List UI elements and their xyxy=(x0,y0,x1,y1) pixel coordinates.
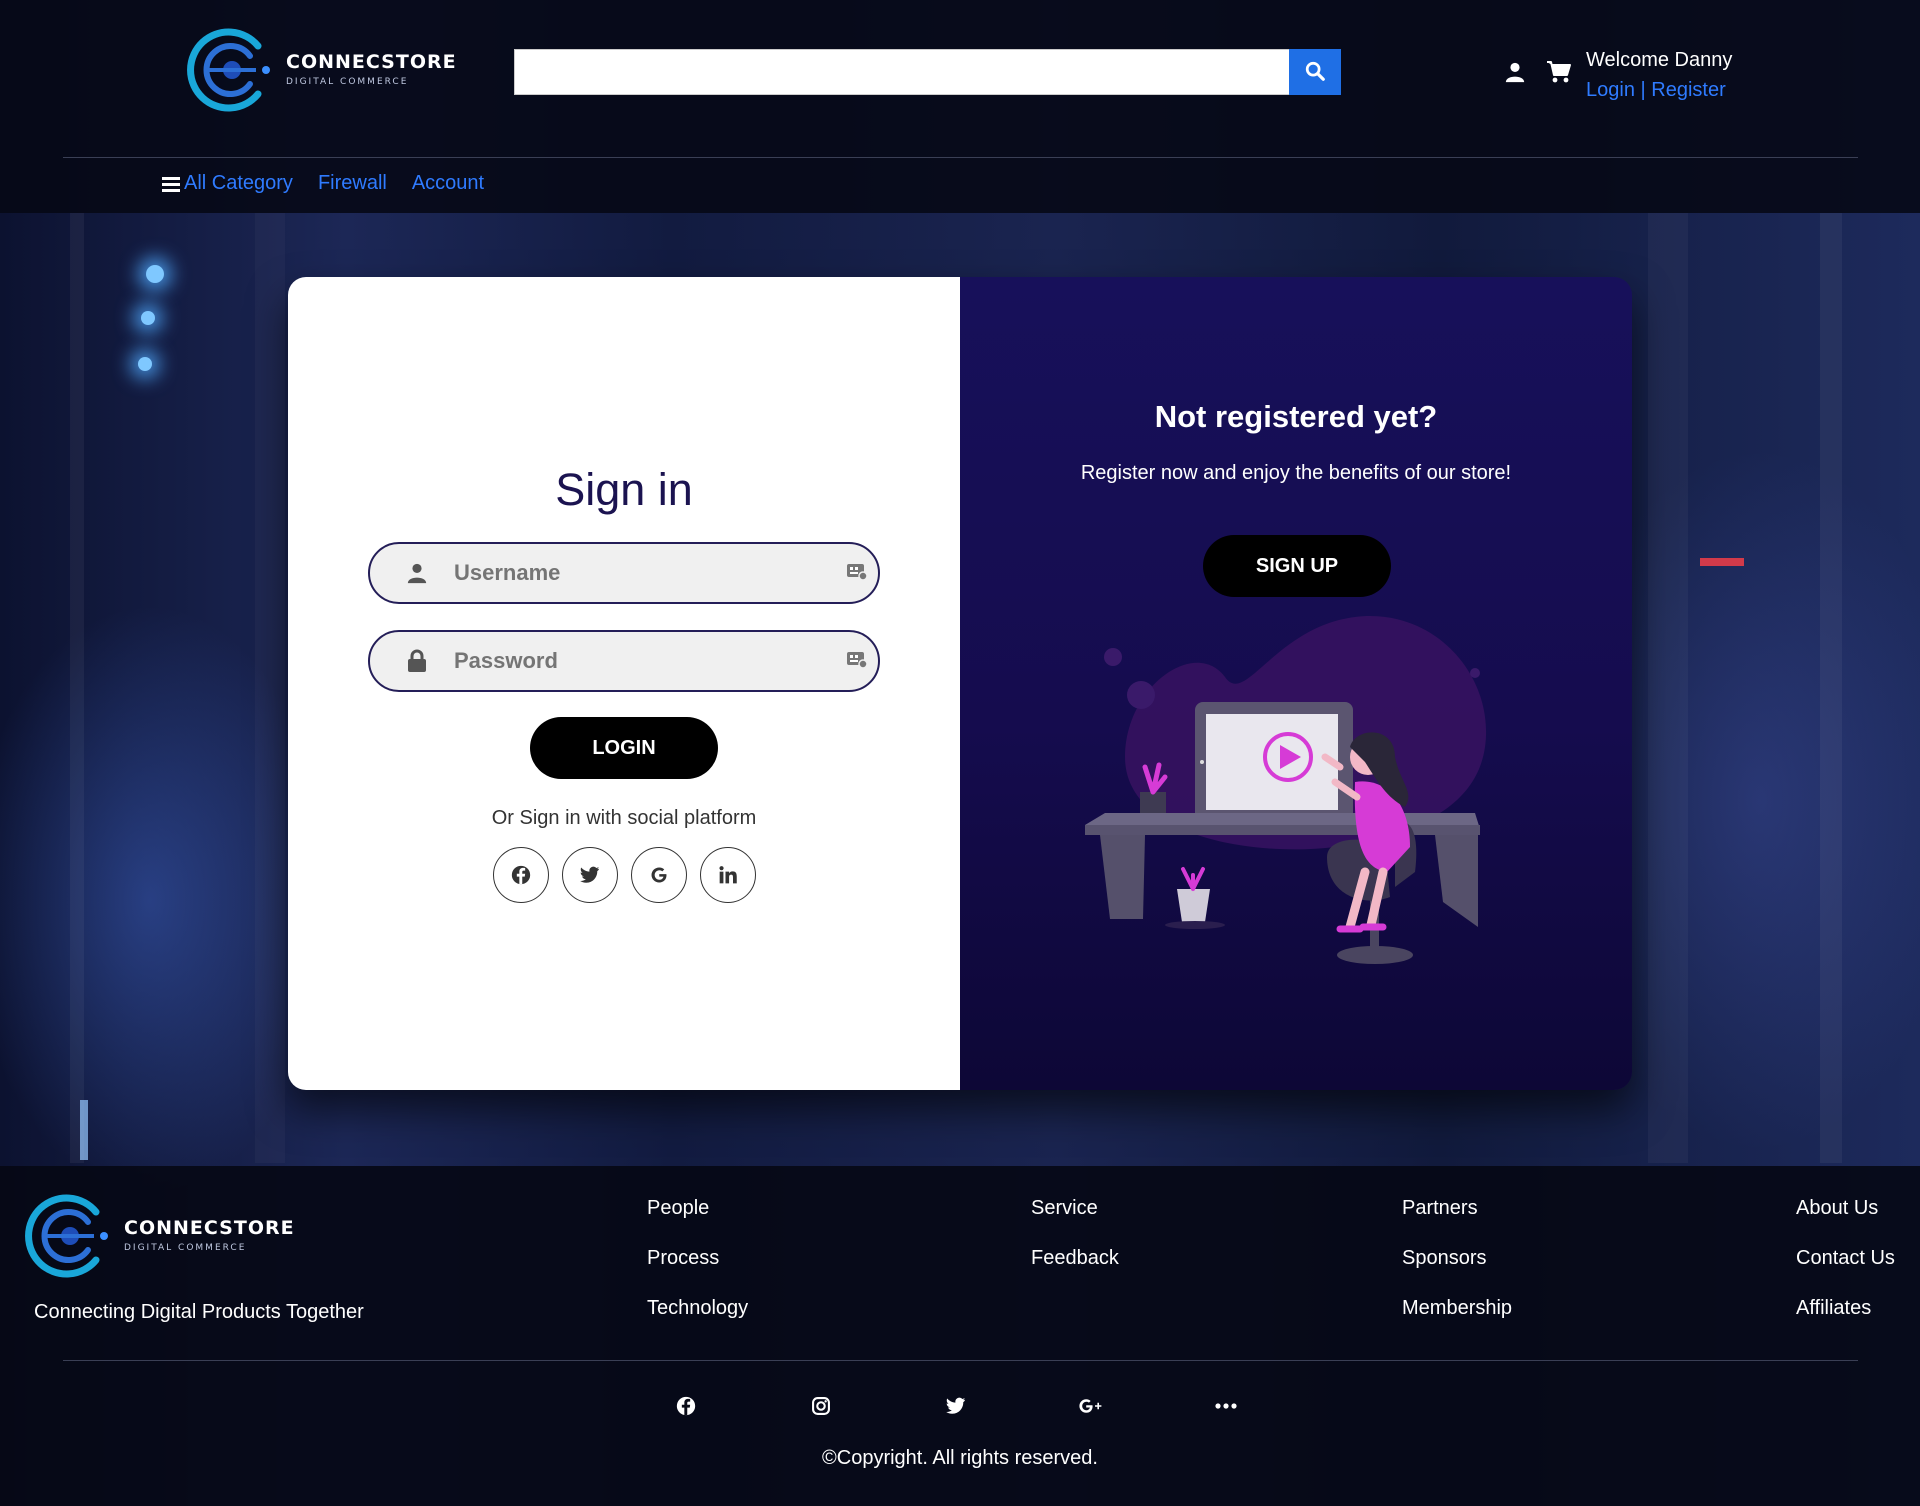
facebook-icon[interactable] xyxy=(493,847,549,903)
footer-tagline: Connecting Digital Products Together xyxy=(34,1301,364,1323)
instagram-icon[interactable] xyxy=(809,1396,833,1416)
signin-panel: Sign in LOGIN Or Sign in with social pla… xyxy=(288,277,960,1090)
google-icon[interactable] xyxy=(631,847,687,903)
twitter-icon[interactable] xyxy=(944,1397,968,1415)
search-button[interactable] xyxy=(1289,49,1341,95)
brand-tagline: DIGITAL COMMERCE xyxy=(124,1243,247,1253)
footer-column-1: People Process Technology xyxy=(647,1196,748,1346)
user-icon[interactable] xyxy=(1504,61,1526,88)
username-input[interactable] xyxy=(454,560,846,586)
register-title: Not registered yet? xyxy=(1154,399,1438,434)
logo-mark-icon xyxy=(186,24,278,116)
twitter-icon[interactable] xyxy=(562,847,618,903)
brand-name: CONNECSTORE xyxy=(124,1217,295,1239)
signup-button[interactable]: SIGN UP xyxy=(1203,535,1391,597)
register-link[interactable]: Register xyxy=(1651,79,1725,101)
nav-firewall[interactable]: Firewall xyxy=(318,172,387,195)
header-logo[interactable]: CONNECSTORE DIGITAL COMMERCE xyxy=(186,24,457,116)
site-footer: CONNECSTORE DIGITAL COMMERCE Connecting … xyxy=(0,1166,1920,1506)
autofill-key-icon[interactable] xyxy=(846,649,868,674)
footer-link-people[interactable]: People xyxy=(647,1196,748,1220)
search-icon xyxy=(1304,60,1326,85)
footer-column-2: Service Feedback xyxy=(1031,1196,1119,1296)
search-input[interactable] xyxy=(514,49,1289,95)
site-header: CONNECSTORE DIGITAL COMMERCE Welcome Dan… xyxy=(0,0,1920,213)
password-input[interactable] xyxy=(454,648,846,674)
footer-logo[interactable]: CONNECSTORE DIGITAL COMMERCE xyxy=(24,1190,295,1282)
welcome-block: Welcome Danny Login | Register xyxy=(1586,45,1732,105)
logo-mark-icon xyxy=(24,1190,116,1282)
footer-column-3: Partners Sponsors Membership xyxy=(1402,1196,1512,1346)
footer-link-partners[interactable]: Partners xyxy=(1402,1196,1512,1220)
welcome-text: Welcome Danny xyxy=(1586,49,1733,71)
brand-tagline: DIGITAL COMMERCE xyxy=(286,77,409,87)
nav-label: All Category xyxy=(184,172,293,194)
footer-column-4: About Us Contact Us Affiliates xyxy=(1796,1196,1895,1346)
search-bar xyxy=(514,49,1341,95)
more-icon[interactable] xyxy=(1214,1403,1238,1409)
linkedin-icon[interactable] xyxy=(700,847,756,903)
lock-icon xyxy=(402,649,432,673)
copyright-text: ©Copyright. All rights reserved. xyxy=(822,1447,1098,1469)
footer-link-feedback[interactable]: Feedback xyxy=(1031,1246,1119,1270)
footer-link-sponsors[interactable]: Sponsors xyxy=(1402,1246,1512,1270)
signin-title: Sign in xyxy=(555,464,693,515)
nav-account[interactable]: Account xyxy=(412,172,484,195)
footer-link-affiliates[interactable]: Affiliates xyxy=(1796,1296,1895,1320)
footer-link-technology[interactable]: Technology xyxy=(647,1296,748,1320)
header-divider xyxy=(63,157,1858,158)
footer-link-process[interactable]: Process xyxy=(647,1246,748,1270)
user-icon xyxy=(402,562,432,584)
password-field[interactable] xyxy=(368,630,880,692)
footer-link-about-us[interactable]: About Us xyxy=(1796,1196,1895,1220)
register-panel: Not registered yet? Register now and enj… xyxy=(960,277,1632,1090)
login-button[interactable]: LOGIN xyxy=(530,717,718,779)
google-plus-icon[interactable] xyxy=(1079,1397,1103,1415)
auth-card: Sign in LOGIN Or Sign in with social pla… xyxy=(288,277,1632,1090)
username-field[interactable] xyxy=(368,542,880,604)
cart-icon[interactable] xyxy=(1546,60,1572,89)
woman-watching-video-illustration xyxy=(1065,607,1525,992)
register-text: Register now and enjoy the benefits of o… xyxy=(1080,462,1512,484)
nav-all-category[interactable]: All Category xyxy=(162,172,293,195)
footer-divider xyxy=(63,1360,1858,1361)
footer-link-contact-us[interactable]: Contact Us xyxy=(1796,1246,1895,1270)
social-signin-text: Or Sign in with social platform xyxy=(491,807,757,829)
social-signin-buttons xyxy=(493,847,756,903)
main-nav: All Category Firewall Account xyxy=(162,172,484,195)
link-separator: | xyxy=(1640,79,1646,101)
hamburger-menu-icon xyxy=(162,176,180,192)
footer-social-icons xyxy=(674,1396,1238,1416)
facebook-icon[interactable] xyxy=(674,1396,698,1416)
login-link[interactable]: Login xyxy=(1586,79,1635,101)
footer-link-membership[interactable]: Membership xyxy=(1402,1296,1512,1320)
footer-link-service[interactable]: Service xyxy=(1031,1196,1119,1220)
brand-name: CONNECSTORE xyxy=(286,51,457,73)
autofill-key-icon[interactable] xyxy=(846,561,868,586)
